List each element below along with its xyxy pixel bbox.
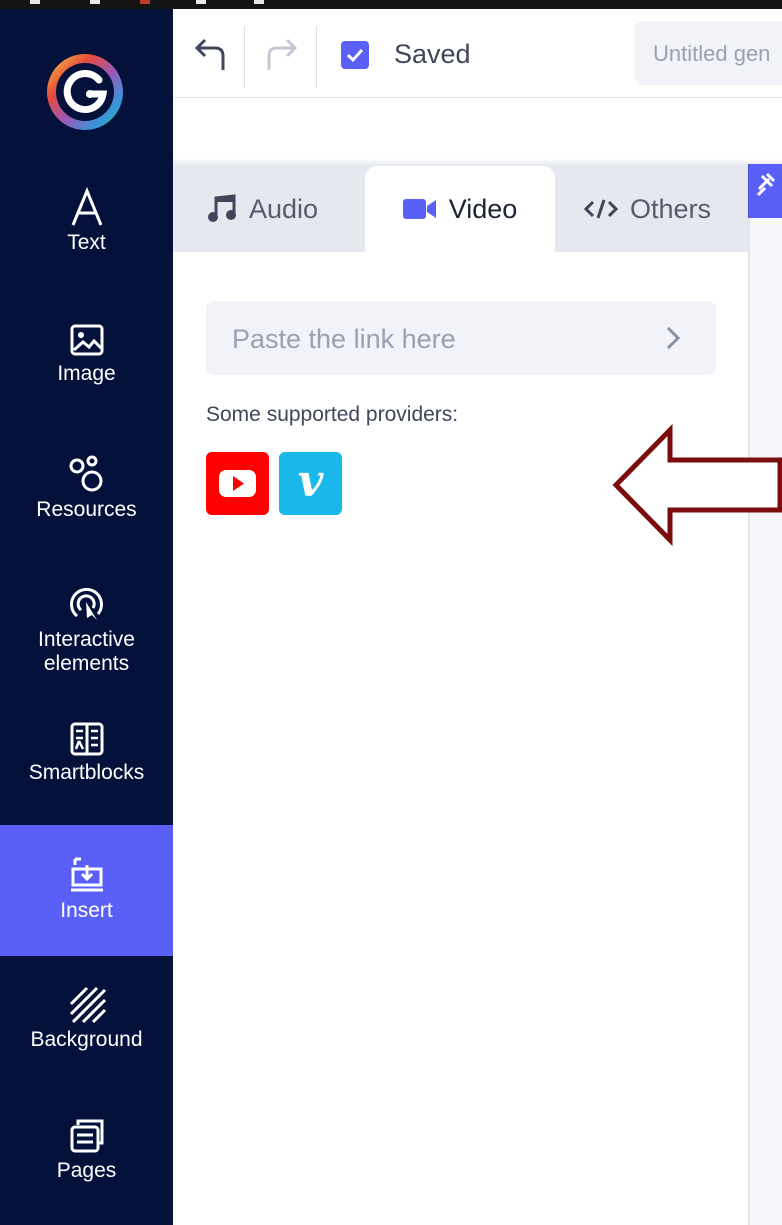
image-icon — [70, 324, 103, 356]
document-title: Untitled gen — [653, 41, 771, 66]
sidebar-item-label: Pages — [56, 1159, 117, 1182]
sidebar-item-smartblocks[interactable]: Smartblocks — [0, 721, 173, 821]
sidebar-item-label: Interactive elements — [38, 628, 135, 675]
left-sidebar: Text Image Resources Interactive element… — [0, 9, 173, 1225]
sidebar-item-image[interactable]: Image — [0, 322, 173, 422]
document-title-field[interactable]: Untitled gen — [635, 21, 782, 85]
pin-icon[interactable] — [748, 164, 782, 218]
canvas-edge — [750, 166, 782, 1225]
vimeo-provider-icon: v — [279, 452, 342, 515]
tab-others[interactable]: Others — [584, 166, 711, 252]
sidebar-item-label: Text — [67, 231, 106, 254]
sidebar-item-label: Resources — [36, 498, 137, 521]
sidebar-item-background[interactable]: Background — [0, 984, 173, 1084]
sidebar-item-pages[interactable]: Pages — [0, 1117, 173, 1217]
tab-video[interactable]: Video — [365, 166, 555, 252]
sidebar-item-label: Image — [57, 362, 116, 385]
strip-mark — [196, 0, 206, 4]
resources-icon — [69, 455, 102, 492]
band-shadow — [173, 158, 782, 166]
vimeo-glyph: v — [297, 456, 324, 507]
tab-label: Audio — [249, 193, 319, 224]
background-icon — [69, 986, 106, 1024]
sidebar-item-text[interactable]: Text — [0, 187, 173, 287]
toolbar-band — [173, 98, 782, 164]
insert-icon — [70, 857, 103, 892]
saved-status: Saved — [394, 39, 471, 69]
paste-link-input[interactable] — [206, 301, 674, 377]
redo-icon[interactable] — [265, 36, 299, 72]
tab-audio[interactable]: Audio — [207, 166, 318, 252]
interactive-icon — [69, 587, 103, 620]
annotation-arrow-icon — [612, 424, 782, 546]
tab-label: Others — [630, 193, 712, 224]
link-field — [206, 301, 716, 377]
sidebar-item-resources[interactable]: Resources — [0, 454, 173, 554]
insert-panel: Audio Video Others Some supported provid… — [173, 166, 748, 1225]
text-icon — [71, 187, 102, 226]
youtube-provider-icon — [206, 452, 269, 515]
tab-label: Video — [448, 193, 518, 224]
code-icon — [584, 199, 618, 219]
smartblocks-icon — [70, 722, 103, 756]
chevron-right-icon[interactable] — [664, 325, 682, 351]
pages-icon — [70, 1119, 103, 1153]
strip-mark — [140, 0, 150, 4]
providers-label: Some supported providers: — [206, 403, 459, 426]
window-top-strip — [0, 0, 782, 9]
sidebar-item-insert[interactable]: Insert — [0, 825, 173, 956]
sidebar-item-interactive-elements[interactable]: Interactive elements — [0, 584, 173, 694]
video-camera-icon — [402, 199, 436, 219]
strip-mark — [90, 0, 100, 4]
strip-mark — [254, 0, 264, 4]
genially-logo-icon[interactable] — [43, 50, 127, 134]
toolbar-divider — [316, 26, 317, 88]
sidebar-item-label: Smartblocks — [28, 761, 145, 784]
undo-icon[interactable] — [193, 36, 227, 72]
strip-mark — [30, 0, 40, 4]
toolbar-divider — [244, 26, 245, 88]
top-toolbar: Saved Untitled gen — [173, 9, 782, 98]
music-note-icon — [208, 194, 236, 222]
sidebar-item-label: Background — [30, 1028, 143, 1051]
sidebar-item-label: Insert — [60, 899, 113, 922]
saved-check-icon — [341, 41, 369, 69]
